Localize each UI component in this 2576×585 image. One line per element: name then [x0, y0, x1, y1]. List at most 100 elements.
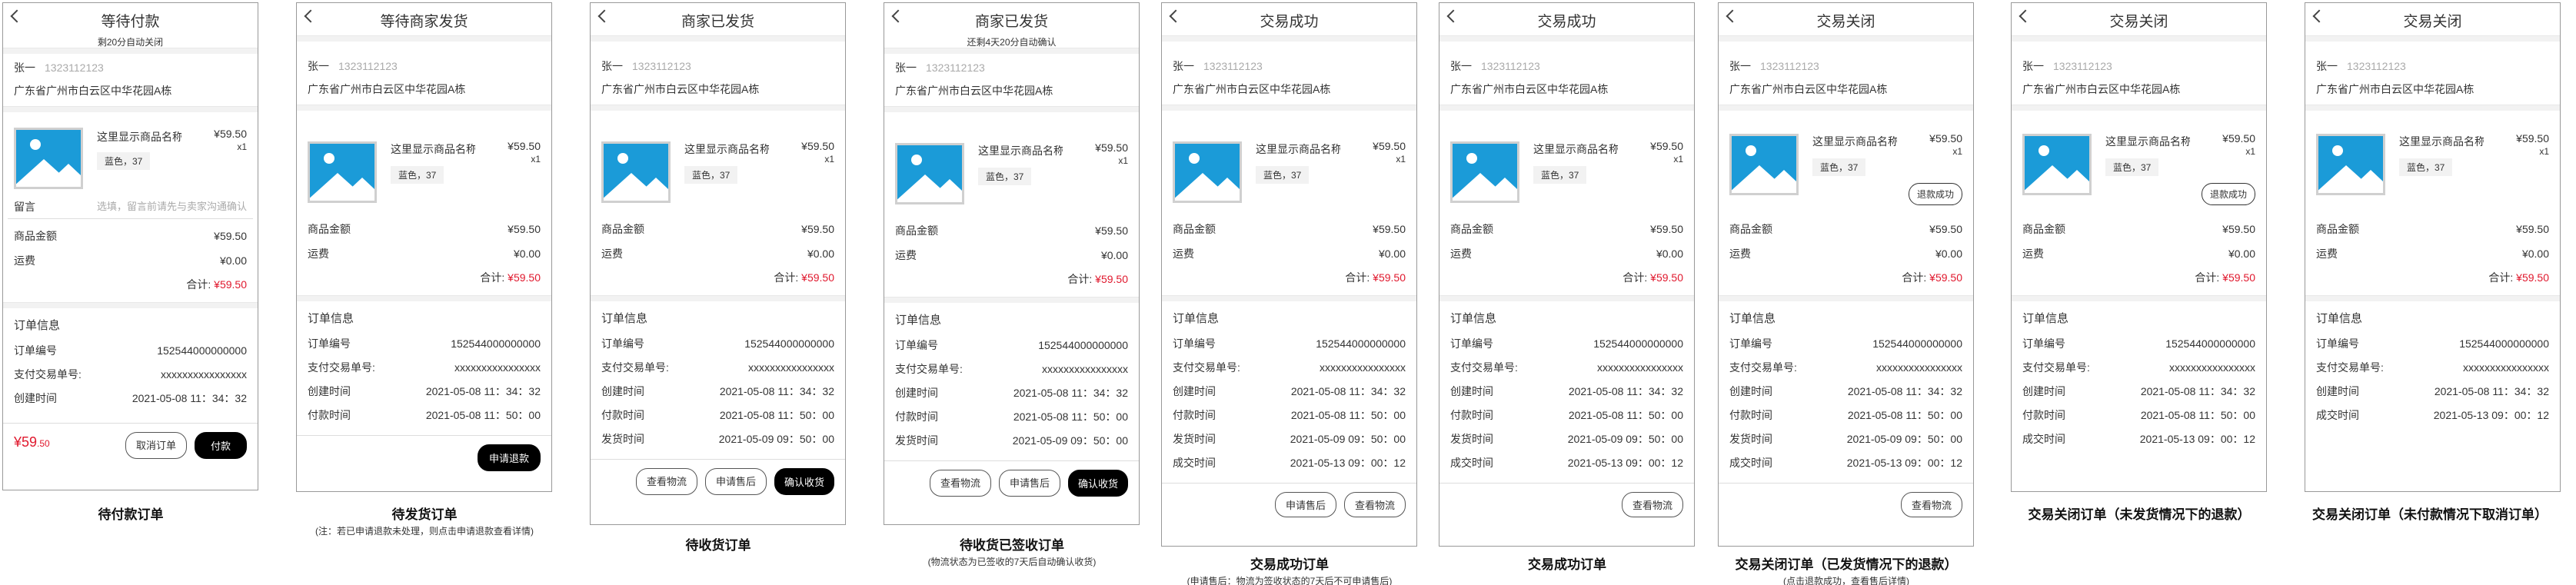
total-value: ¥59.50: [214, 278, 247, 291]
order-info-title: 订单信息: [1729, 312, 1776, 325]
total-value: ¥59.50: [2516, 271, 2549, 284]
total-label: 合计:: [1345, 271, 1370, 284]
order-no: 152544000000000: [2165, 337, 2255, 350]
order-no: 152544000000000: [451, 337, 541, 350]
message-input[interactable]: 选填，留言前请先与卖家沟通确认: [97, 195, 247, 218]
confirm-receipt-button[interactable]: 确认收货: [774, 468, 834, 495]
created-time: 2021-05-08 11：34：32: [425, 385, 541, 397]
divider: [2305, 295, 2560, 301]
product-spec: 蓝色，37: [391, 166, 444, 184]
order-info-title: 订单信息: [308, 312, 354, 325]
pay-button[interactable]: 付款: [194, 432, 247, 459]
trade-no-label: 支付交易单号:: [1450, 361, 1518, 374]
shipping-label: 运费: [601, 248, 623, 260]
contact-phone: 1323112123: [1760, 60, 1819, 72]
product-qty: x1: [1396, 154, 1406, 165]
order-info: 订单信息 订单编号 152544000000000 支付交易单号: xxxxxxxx…: [1162, 301, 1416, 483]
product-item[interactable]: 这里显示商品名称... 蓝色，37 ¥59.50 x1: [2305, 111, 2560, 204]
screen-closed-unpaid-cancel: 交易关闭 张一 1323112123 广东省广州市白云区中华花园A栋 这里显示商品…: [2305, 2, 2561, 492]
contact-phone: 1323112123: [2053, 60, 2112, 72]
product-item[interactable]: 这里显示商品名称... 蓝色，37 ¥59.50 x1: [1439, 111, 1694, 204]
address-block: 张一 1323112123 广东省广州市白云区中华花园A栋: [2305, 42, 2560, 105]
view-logistics-button[interactable]: 查看物流: [1343, 492, 1406, 517]
after-sale-button[interactable]: 申请售后: [704, 468, 767, 495]
caption: 交易关闭订单（已发货情况下的退款） (点击退款成功，查看售后详情): [1735, 557, 1958, 585]
total-label: 合计:: [1067, 273, 1093, 285]
after-sale-button[interactable]: 申请售后: [998, 470, 1060, 497]
view-logistics-button[interactable]: 查看物流: [929, 470, 991, 497]
message-row[interactable]: 留言 选填，留言前请先与卖家沟通确认: [3, 195, 258, 218]
created-label: 创建时间: [14, 392, 57, 404]
refund-success-button[interactable]: 退款成功: [1908, 183, 1962, 205]
shipped-time: 2021-05-09 09：50：00: [718, 433, 834, 445]
apply-refund-button[interactable]: 申请退款: [477, 444, 541, 471]
bottom-action-bar: 查看物流: [1719, 483, 1973, 523]
goods-amount: ¥59.50: [1095, 224, 1128, 237]
order-no: 152544000000000: [157, 344, 247, 357]
view-logistics-button[interactable]: 查看物流: [1900, 492, 1962, 517]
order-no-label: 订单编号: [2316, 337, 2359, 350]
total-value: ¥59.50: [1650, 271, 1683, 284]
completed-time: 2021-05-13 09：00：12: [2139, 433, 2255, 445]
completed-label: 成交时间: [1450, 457, 1493, 469]
product-item[interactable]: 这里显示商品名称... 蓝色，37 ¥59.50 x1: [884, 112, 1139, 206]
paid-time: 2021-05-08 11：50：00: [719, 409, 834, 421]
product-qty: x1: [2539, 146, 2549, 157]
divider: [2012, 35, 2266, 42]
screen-pending-payment: 等待付款 剩20分自动关闭 张一 1323112123 广东省广州市白云区中华花园…: [2, 2, 258, 490]
goods-amount-label: 商品金额: [895, 224, 938, 237]
goods-amount-label: 商品金额: [601, 223, 644, 235]
product-item[interactable]: 这里显示商品名称... 蓝色，37 ¥59.50 x1: [297, 111, 551, 204]
image-placeholder-icon: [308, 141, 377, 203]
view-logistics-button[interactable]: 查看物流: [1621, 492, 1683, 517]
paid-label: 付款时间: [1173, 409, 1216, 421]
countdown-text: 剩20分自动关闭: [97, 37, 164, 48]
shipping-fee: ¥0.00: [807, 248, 834, 260]
order-no: 152544000000000: [1872, 337, 1962, 350]
product-qty: x1: [531, 154, 541, 165]
amount-block: 商品金额 ¥59.50 运费 ¥0.00 合计: ¥59.50: [2305, 204, 2560, 295]
product-item[interactable]: 这里显示商品名称... 蓝色，37 ¥59.50 x1: [591, 111, 845, 204]
confirm-receipt-button[interactable]: 确认收货: [1067, 470, 1128, 497]
order-no: 152544000000000: [1593, 337, 1683, 350]
product-spec: 蓝色，37: [1812, 158, 1866, 176]
shipped-label: 发货时间: [1729, 433, 1772, 445]
cancel-order-button[interactable]: 取消订单: [125, 432, 187, 459]
after-sale-button[interactable]: 申请售后: [1274, 492, 1336, 517]
goods-amount-label: 商品金额: [2022, 223, 2065, 235]
bottom-action-bar: 申请售后 查看物流: [1162, 483, 1416, 523]
order-no: 152544000000000: [744, 337, 834, 350]
product-item[interactable]: 这里显示商品名称... 蓝色，37 ¥59.50 x1: [1162, 111, 1416, 204]
divider: [3, 302, 258, 308]
address-block: 张一 1323112123 广东省广州市白云区中华花园A栋: [297, 42, 551, 105]
created-label: 创建时间: [1729, 385, 1772, 397]
order-no: 152544000000000: [1316, 337, 1406, 350]
product-item[interactable]: 这里显示商品名称... 蓝色，37 ¥59.50 x1 退款成功: [1719, 111, 1973, 205]
screen-trade-success: 交易成功 张一 1323112123 广东省广州市白云区中华花园A栋 这里显示商品…: [1439, 2, 1695, 547]
refund-success-button[interactable]: 退款成功: [2201, 183, 2255, 205]
divider: [591, 35, 845, 42]
address-line: 广东省广州市白云区中华花园A栋: [14, 85, 172, 97]
divider: [1162, 35, 1416, 42]
product-item[interactable]: 这里显示商品名称... 蓝色，37 ¥59.50 x1: [3, 112, 258, 195]
view-logistics-button[interactable]: 查看物流: [635, 468, 697, 495]
caption: 交易关闭订单（未付款情况下取消订单）: [2312, 507, 2548, 522]
trade-no: xxxxxxxxxxxxxxxx: [1320, 361, 1406, 374]
product-item[interactable]: 这里显示商品名称... 蓝色，37 ¥59.50 x1 退款成功: [2012, 111, 2266, 205]
shipping-fee: ¥0.00: [2228, 248, 2255, 260]
shipping-label: 运费: [1173, 248, 1194, 260]
address-line: 广东省广州市白云区中华花园A栋: [1173, 83, 1331, 95]
divider: [1719, 35, 1973, 42]
product-price: ¥59.50: [508, 140, 541, 152]
order-info-title: 订单信息: [2022, 312, 2069, 325]
bottom-action-bar: ¥59.50 取消订单 付款: [3, 423, 258, 463]
product-spec: 蓝色，37: [1533, 166, 1587, 184]
completed-time: 2021-05-13 09：00：12: [1846, 457, 1962, 469]
divider: [1162, 105, 1416, 111]
page-title: 交易关闭: [1816, 14, 1875, 30]
nav-header: 交易关闭: [2305, 3, 2560, 35]
product-spec: 蓝色，37: [1256, 166, 1310, 184]
shipping-fee: ¥0.00: [1378, 248, 1406, 260]
contact-name: 张一: [2022, 60, 2044, 72]
completed-label: 成交时间: [2022, 433, 2065, 445]
